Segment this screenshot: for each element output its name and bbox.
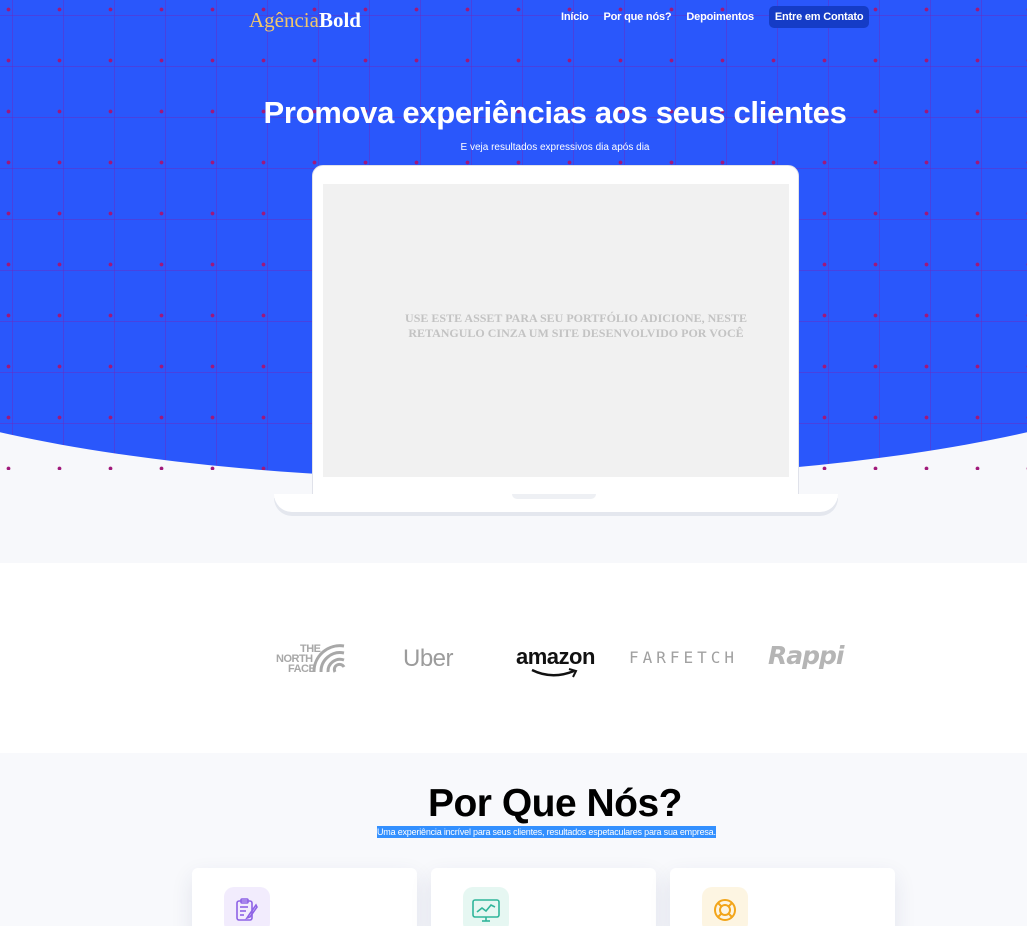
- logo-the-north-face: THE NORTH FACE: [276, 642, 346, 676]
- nav-link-inicio[interactable]: Início: [561, 11, 589, 23]
- why-us-title: Por Que Nós?: [427, 782, 683, 825]
- why-us-subtitle: Uma experiência incrível para seus clien…: [377, 826, 716, 838]
- hero-title: Promova experiências aos seus clientes: [263, 95, 847, 130]
- laptop-notch: [512, 494, 596, 499]
- clipboard-edit-icon: [224, 887, 270, 926]
- brand-logo-part1: Agência: [249, 8, 319, 32]
- nav-link-depoimentos[interactable]: Depoimentos: [686, 11, 754, 23]
- logo-rappi: Rappi: [768, 641, 844, 670]
- contact-button[interactable]: Entre em Contato: [768, 5, 870, 28]
- hero-section: AgênciaBold Início Por que nós? Depoimen…: [0, 0, 1027, 563]
- screen-placeholder-text: USE ESTE ASSET PARA SEU PORTFÓLIO ADICIO…: [405, 310, 747, 340]
- north-face-arc-icon: [312, 644, 346, 673]
- logo-uber: Uber: [403, 645, 454, 672]
- logo-farfetch: FARFETCH: [629, 648, 739, 667]
- logo-amazon-text: amazon: [516, 644, 595, 669]
- feature-card-3: [670, 868, 895, 926]
- logo-amazon: amazon: [516, 644, 595, 678]
- lifebuoy-icon: [702, 887, 748, 926]
- nav-link-por-que-nos[interactable]: Por que nós?: [604, 11, 672, 23]
- monitor-chart-icon: [463, 887, 509, 926]
- feature-card-2: [431, 868, 656, 926]
- hero-subtitle: E veja resultados expressivos dia após d…: [460, 142, 650, 153]
- brand-logo-part2: Bold: [318, 8, 361, 32]
- feature-card-1: [192, 868, 417, 926]
- laptop-screen: USE ESTE ASSET PARA SEU PORTFÓLIO ADICIO…: [323, 184, 789, 477]
- main-nav: Início Por que nós? Depoimentos Entre em…: [556, 5, 870, 28]
- client-logos-section: THE NORTH FACE Uber amazon FARFETCH Rapp…: [0, 563, 1027, 753]
- amazon-smile-icon: [531, 668, 578, 678]
- brand-logo[interactable]: AgênciaBold: [249, 8, 361, 33]
- why-us-section: Por Que Nós? Uma experiência incrível pa…: [0, 753, 1027, 926]
